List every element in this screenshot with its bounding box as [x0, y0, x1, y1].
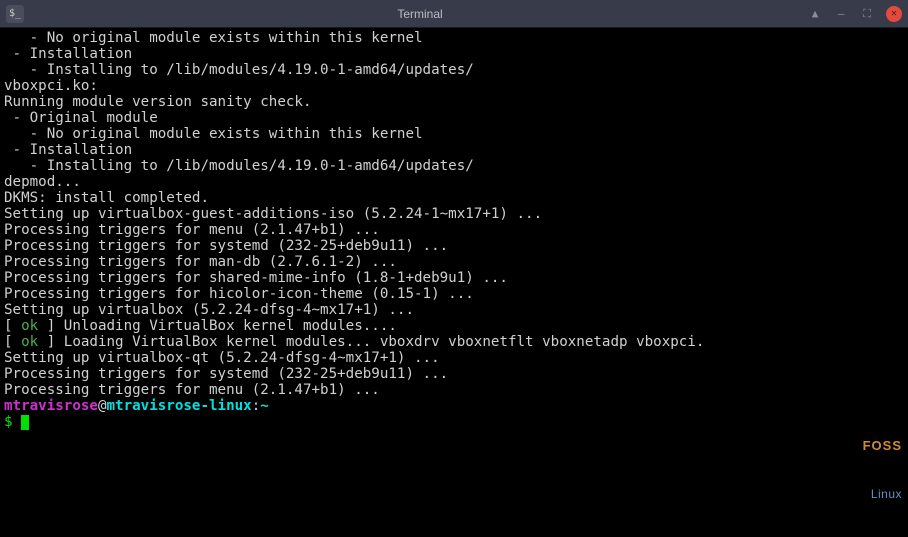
ok-status: ok: [21, 318, 38, 334]
minimize-button[interactable]: —: [834, 7, 848, 21]
output-line: Running module version sanity check.: [4, 94, 904, 110]
output-line: Processing triggers for shared-mime-info…: [4, 270, 904, 286]
prompt-user: mtravisrose: [4, 398, 98, 414]
output-line: - Installing to /lib/modules/4.19.0-1-am…: [4, 158, 904, 174]
output-line: Processing triggers for menu (2.1.47+b1)…: [4, 222, 904, 238]
watermark-line1: FOSS: [863, 438, 902, 454]
cursor: [21, 415, 29, 430]
output-line: - Installation: [4, 46, 904, 62]
output-line-ok: [ ok ] Loading VirtualBox kernel modules…: [4, 334, 904, 350]
output-line: Processing triggers for systemd (232-25+…: [4, 366, 904, 382]
output-line: Processing triggers for systemd (232-25+…: [4, 238, 904, 254]
output-line-ok: [ ok ] Unloading VirtualBox kernel modul…: [4, 318, 904, 334]
watermark: FOSS Linux: [863, 406, 902, 534]
output-line: - Installing to /lib/modules/4.19.0-1-am…: [4, 62, 904, 78]
output-line: Processing triggers for menu (2.1.47+b1)…: [4, 382, 904, 398]
watermark-line2: Linux: [863, 486, 902, 502]
output-line: - Installation: [4, 142, 904, 158]
prompt-host: mtravisrose-linux: [107, 398, 252, 414]
terminal-app-icon: $_: [6, 5, 24, 23]
prompt-path: ~: [260, 398, 269, 414]
output-line: - No original module exists within this …: [4, 126, 904, 142]
output-line: Processing triggers for man-db (2.7.6.1-…: [4, 254, 904, 270]
output-line: - No original module exists within this …: [4, 30, 904, 46]
maximize-button[interactable]: ⛶: [860, 7, 874, 21]
output-line: Setting up virtualbox-guest-additions-is…: [4, 206, 904, 222]
window-titlebar: $_ Terminal ▲ — ⛶ ✕: [0, 0, 908, 28]
prompt-dollar: $: [4, 414, 21, 430]
output-line: Setting up virtualbox (5.2.24-dfsg-4~mx1…: [4, 302, 904, 318]
ok-status: ok: [21, 334, 38, 350]
window-title: Terminal: [32, 7, 808, 21]
window-controls: ▲ — ⛶ ✕: [808, 6, 902, 22]
input-line[interactable]: $: [4, 414, 904, 430]
eject-icon[interactable]: ▲: [808, 7, 822, 21]
output-line: Processing triggers for hicolor-icon-the…: [4, 286, 904, 302]
output-line: DKMS: install completed.: [4, 190, 904, 206]
output-line: vboxpci.ko:: [4, 78, 904, 94]
terminal-output[interactable]: - No original module exists within this …: [0, 28, 908, 537]
close-button[interactable]: ✕: [886, 6, 902, 22]
prompt-line: mtravisrose@mtravisrose-linux:~: [4, 398, 904, 414]
output-line: - Original module: [4, 110, 904, 126]
output-line: Setting up virtualbox-qt (5.2.24-dfsg-4~…: [4, 350, 904, 366]
output-line: depmod...: [4, 174, 904, 190]
